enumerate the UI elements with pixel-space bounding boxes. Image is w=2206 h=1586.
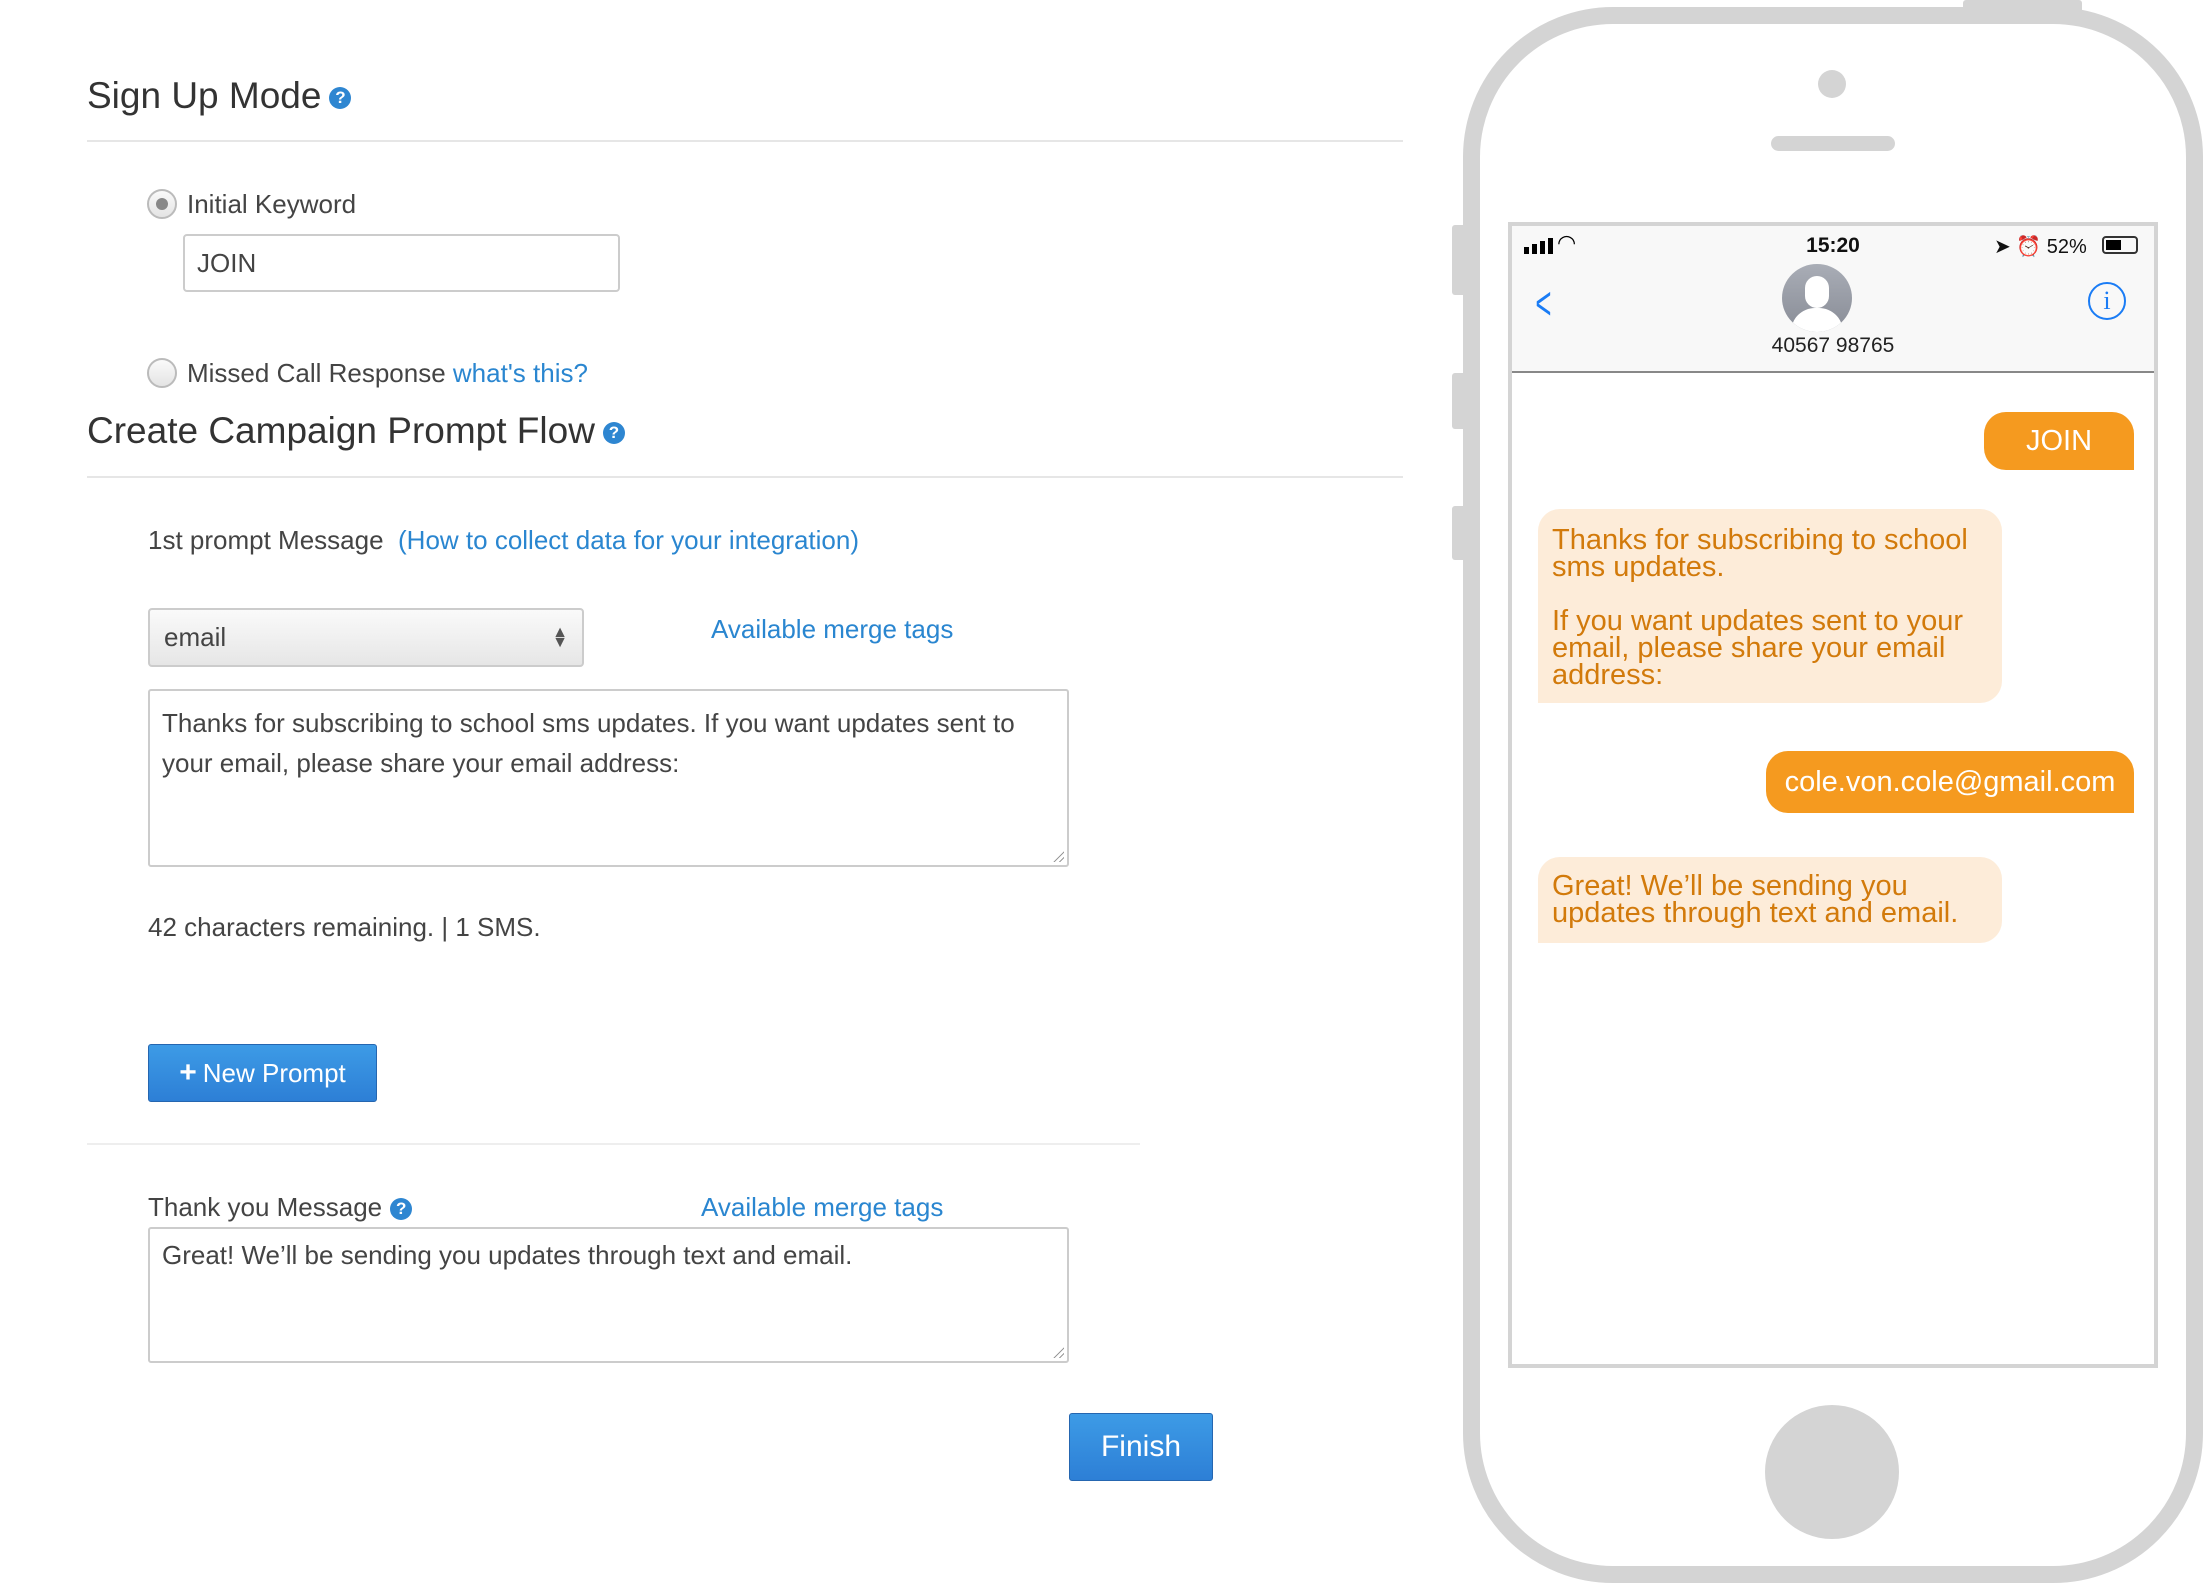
select-arrows-icon: ▲ ▼: [552, 623, 568, 651]
radio-missed-call[interactable]: [147, 358, 177, 388]
keyword-input[interactable]: JOIN: [183, 234, 620, 292]
divider: [87, 476, 1403, 478]
status-right: ➤ ⏰ 52%: [1994, 236, 2087, 258]
missed-call-label: Missed Call Response what's this?: [187, 358, 588, 388]
help-icon[interactable]: ?: [602, 422, 625, 445]
thank-merge-tags-link[interactable]: Available merge tags: [701, 1192, 943, 1223]
message-bubble-out: JOIN: [1984, 412, 2134, 470]
signup-mode-title: Sign Up Mode?: [87, 75, 352, 117]
message-bubble-in: Great! We’ll be sending you updates throu…: [1538, 857, 2002, 943]
whats-this-link[interactable]: what's this?: [453, 358, 588, 388]
battery-icon: [2102, 236, 2138, 254]
prompt-message-textarea[interactable]: Thanks for subscribing to school sms upd…: [148, 689, 1069, 867]
contact-number: 40567 98765: [1771, 334, 1895, 357]
thank-you-label: Thank you Message?: [148, 1192, 413, 1223]
camera-icon: [1818, 70, 1846, 98]
messages-header: ◠ 15:20 ➤ ⏰ 52% < 40567 98765 i: [1512, 226, 2154, 373]
contact-avatar[interactable]: [1782, 264, 1852, 332]
alarm-icon: ⏰: [2016, 236, 2042, 258]
home-button: [1765, 1405, 1899, 1539]
location-icon: ➤: [1994, 236, 2011, 258]
prompt-label: 1st prompt Message (How to collect data …: [148, 525, 860, 555]
divider: [87, 140, 1403, 142]
divider: [87, 1143, 1140, 1145]
back-chevron-icon[interactable]: <: [1535, 276, 1551, 330]
finish-button[interactable]: Finish: [1069, 1413, 1213, 1481]
prompt-type-select[interactable]: email ▲ ▼: [148, 608, 584, 667]
prompt-flow-title: Create Campaign Prompt Flow?: [87, 410, 625, 452]
new-prompt-button[interactable]: + New Prompt: [148, 1044, 377, 1102]
thank-you-textarea[interactable]: Great! We’ll be sending you updates thro…: [148, 1227, 1069, 1363]
initial-keyword-label: Initial Keyword: [187, 189, 357, 219]
chars-remaining: 42 characters remaining. | 1 SMS.: [148, 912, 541, 942]
message-bubble-out: cole.von.cole@gmail.com: [1766, 751, 2134, 813]
plus-icon: +: [179, 1056, 197, 1089]
radio-initial-keyword[interactable]: [147, 189, 177, 219]
merge-tags-link[interactable]: Available merge tags: [711, 614, 953, 645]
help-icon[interactable]: ?: [329, 87, 352, 110]
collect-data-link[interactable]: (How to collect data for your integratio…: [398, 525, 859, 555]
help-icon[interactable]: ?: [390, 1198, 413, 1221]
phone-screen: ◠ 15:20 ➤ ⏰ 52% < 40567 98765 i JOIN Tha…: [1508, 222, 2158, 1368]
message-bubble-in: Thanks for subscribing to school sms upda…: [1538, 509, 2002, 703]
info-icon[interactable]: i: [2088, 282, 2126, 320]
speaker-grille: [1771, 136, 1895, 151]
